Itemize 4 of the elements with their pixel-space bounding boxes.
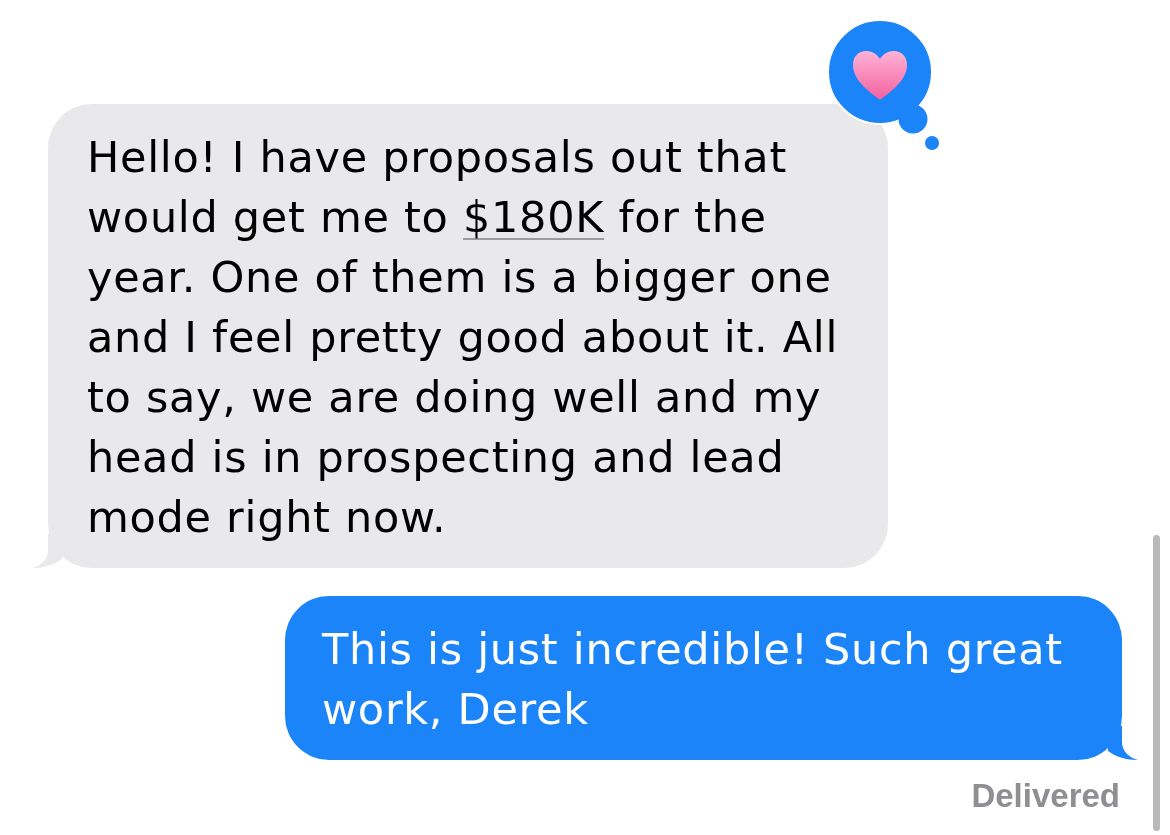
message-text: Hello! I have proposals out that would get me to $180K for the year. One of them is a bigger one and I feel pretty good about it. All to say, we are doing well and my head is in prospecting and lead mode right now.: [87, 131, 840, 544]
message-text: This is just incredible! Such great work, Derek: [322, 623, 1064, 736]
delivery-status: Delivered: [971, 776, 1120, 816]
link[interactable]: $180K: [462, 192, 605, 242]
